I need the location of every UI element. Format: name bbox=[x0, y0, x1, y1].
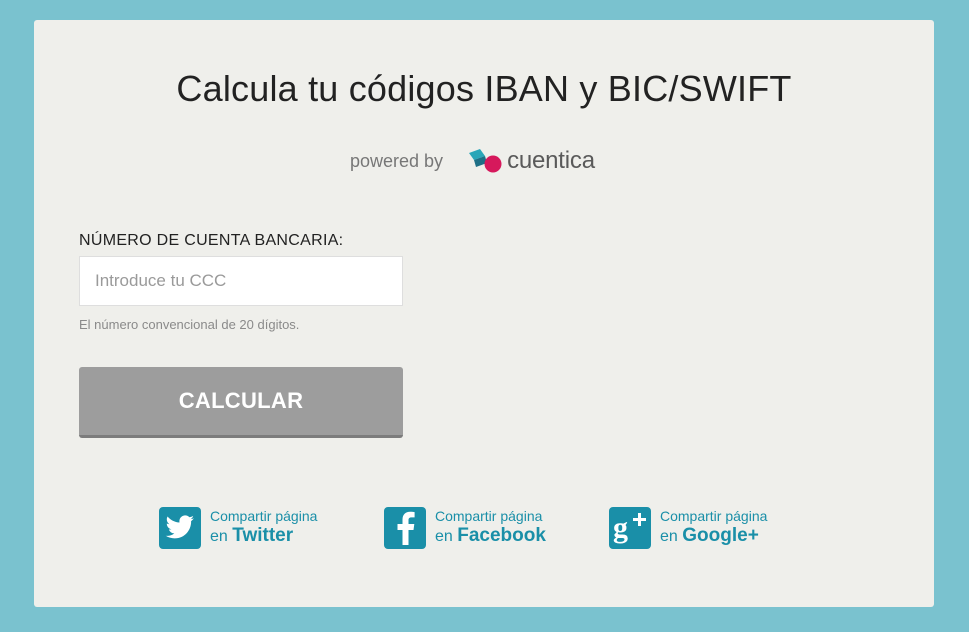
twitter-icon bbox=[159, 507, 201, 549]
share-twitter-text: Compartir página en Twitter bbox=[210, 508, 317, 548]
share-twitter-prefix: en bbox=[210, 528, 228, 545]
calculator-card: Calcula tu códigos IBAN y BIC/SWIFT powe… bbox=[34, 20, 934, 607]
share-google-plus-text: Compartir página en Google+ bbox=[660, 508, 767, 548]
share-google-plus-network: Google+ bbox=[682, 525, 759, 546]
cuentica-logo[interactable]: cuentica bbox=[467, 147, 595, 175]
share-facebook-prefix: en bbox=[435, 528, 453, 545]
share-twitter-network: Twitter bbox=[232, 525, 294, 546]
google-plus-icon: g bbox=[609, 507, 651, 549]
facebook-icon bbox=[384, 507, 426, 549]
share-twitter-link[interactable]: Compartir página en Twitter bbox=[159, 507, 317, 549]
share-facebook-network: Facebook bbox=[457, 525, 546, 546]
powered-by: powered by cuentica bbox=[350, 147, 595, 175]
powered-by-label: powered by bbox=[350, 150, 444, 171]
svg-text:g: g bbox=[613, 511, 628, 544]
share-twitter-line1: Compartir página bbox=[210, 508, 318, 525]
page-title: Calcula tu códigos IBAN y BIC/SWIFT bbox=[176, 68, 792, 109]
share-facebook-text: Compartir página en Facebook bbox=[435, 508, 546, 548]
cuentica-logo-icon bbox=[469, 149, 502, 173]
share-facebook-link[interactable]: Compartir página en Facebook bbox=[384, 507, 546, 549]
calculate-button[interactable]: CALCULAR bbox=[79, 367, 403, 438]
share-google-plus-prefix: en bbox=[660, 528, 678, 545]
share-facebook-line1: Compartir página bbox=[435, 508, 543, 525]
share-google-plus-line1: Compartir página bbox=[660, 508, 768, 525]
account-number-label: NÚMERO DE CUENTA BANCARIA: bbox=[79, 232, 344, 249]
ccc-input[interactable] bbox=[79, 256, 403, 306]
share-google-plus-link[interactable]: g Compartir página en Google+ bbox=[609, 507, 767, 549]
cuentica-logo-text: cuentica bbox=[507, 147, 595, 174]
ccc-help-text: El número convencional de 20 dígitos. bbox=[79, 317, 300, 332]
